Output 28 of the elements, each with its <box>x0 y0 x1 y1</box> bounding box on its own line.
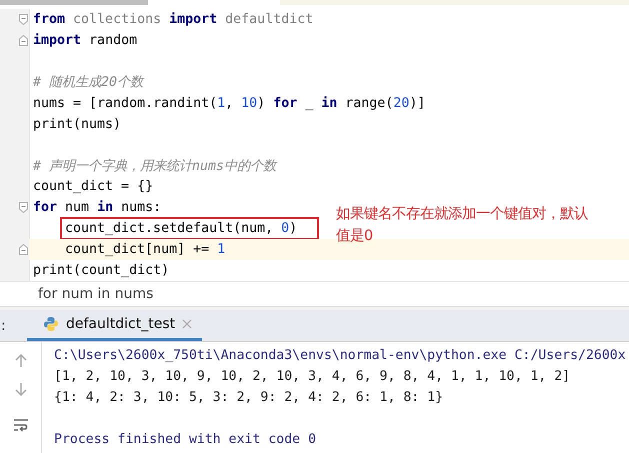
console-output: C:\Users\2600x_750ti\Anaconda3\envs\normal-env\python.exe C:/Users/2600x <box>54 348 626 363</box>
code-line: import random <box>33 32 138 48</box>
console-output: [1, 2, 10, 3, 10, 9, 10, 2, 10, 3, 4, 6, 9, 8, 4, 1, 1, 10, 1, 2] <box>54 369 570 384</box>
python-icon <box>43 316 59 332</box>
exit-message: Process finished with exit code 0 <box>54 432 316 447</box>
up-arrow-icon[interactable] <box>14 354 26 368</box>
code-line: print(nums) <box>33 116 122 132</box>
down-arrow-icon[interactable] <box>14 382 26 396</box>
annotation-note: 如果键名不存在就添加一个键值对，默认值是0 <box>336 205 588 246</box>
code-line: from collections import defaultdict <box>33 12 314 27</box>
code-line: count_dict = {} <box>33 179 154 194</box>
code-line: count_dict.setdefault(num, 0) <box>62 219 318 238</box>
code-line: for num in nums: <box>33 200 162 216</box>
code-comment: # 声明一个字典，用来统计nums中的个数 <box>33 158 276 175</box>
code-line: nums = [random.randint(1, 10) for _ in range(20)] <box>33 96 426 111</box>
breadcrumb[interactable]: for num in nums <box>38 286 154 302</box>
code-comment: # 随机生成20个数 <box>33 74 144 92</box>
fold-icon[interactable] <box>19 202 28 214</box>
code-line: count_dict[num] += 1 <box>65 242 226 258</box>
console-output: {1: 4, 2: 3, 10: 5, 3: 2, 9: 2, 4: 2, 6: 1, 8: 1} <box>54 390 444 405</box>
fold-icon[interactable] <box>19 14 28 25</box>
close-icon[interactable] <box>182 319 192 329</box>
soft-wrap-icon[interactable] <box>12 418 28 432</box>
fold-icon[interactable] <box>19 244 28 256</box>
panel-label: : <box>0 316 7 336</box>
fold-icon[interactable] <box>19 34 28 46</box>
code-line: print(count_dict) <box>33 263 170 278</box>
run-tab[interactable]: defaultdict_test <box>27 310 202 341</box>
